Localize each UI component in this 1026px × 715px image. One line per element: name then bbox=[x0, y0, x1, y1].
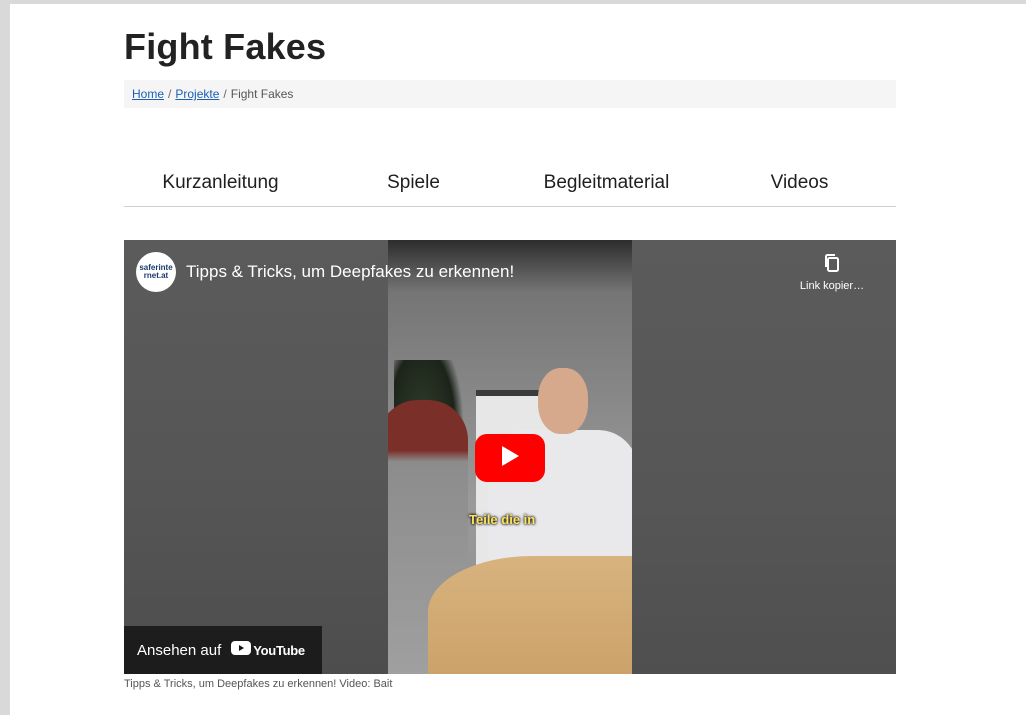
breadcrumb-current: Fight Fakes bbox=[230, 87, 294, 101]
video-title[interactable]: Tipps & Tricks, um Deepfakes zu erkennen… bbox=[186, 262, 514, 282]
tab-videos[interactable]: Videos bbox=[703, 162, 896, 206]
copy-link-button[interactable]: Link kopier… bbox=[790, 254, 874, 292]
breadcrumb: Home / Projekte / Fight Fakes bbox=[124, 80, 896, 108]
video-caption: Tipps & Tricks, um Deepfakes zu erkennen… bbox=[124, 678, 393, 690]
youtube-video-player[interactable]: saferinternet.at Tipps & Tricks, um Deep… bbox=[124, 240, 896, 674]
page-title: Fight Fakes bbox=[124, 26, 327, 67]
video-background-left bbox=[124, 240, 388, 674]
breadcrumb-separator: / bbox=[223, 87, 227, 101]
play-icon bbox=[500, 445, 520, 472]
tab-kurzanleitung[interactable]: Kurzanleitung bbox=[124, 162, 317, 206]
breadcrumb-separator: / bbox=[168, 87, 172, 101]
video-scene-table bbox=[428, 556, 632, 674]
youtube-logo: YouTube bbox=[231, 641, 305, 659]
youtube-play-icon bbox=[231, 641, 252, 659]
tab-begleitmaterial[interactable]: Begleitmaterial bbox=[510, 162, 703, 206]
watch-on-label: Ansehen auf bbox=[137, 641, 222, 659]
video-subtitle: Teile die in bbox=[469, 512, 536, 527]
play-button[interactable] bbox=[475, 434, 545, 482]
breadcrumb-projekte-link[interactable]: Projekte bbox=[175, 87, 219, 101]
copy-link-label: Link kopier… bbox=[799, 280, 865, 292]
copy-icon bbox=[790, 254, 874, 272]
breadcrumb-home-link[interactable]: Home bbox=[132, 87, 164, 101]
channel-avatar[interactable]: saferinternet.at bbox=[136, 252, 176, 292]
channel-logo-text: saferinternet.at bbox=[139, 263, 173, 280]
video-scene-man-head bbox=[538, 368, 588, 434]
youtube-wordmark: YouTube bbox=[253, 642, 305, 658]
page: Fight Fakes Home / Projekte / Fight Fake… bbox=[10, 4, 1026, 715]
tab-spiele[interactable]: Spiele bbox=[317, 162, 510, 206]
tab-bar: Kurzanleitung Spiele Begleitmaterial Vid… bbox=[124, 162, 896, 207]
watch-on-youtube-button[interactable]: Ansehen auf YouTube bbox=[124, 626, 322, 674]
video-background-right bbox=[632, 240, 896, 674]
